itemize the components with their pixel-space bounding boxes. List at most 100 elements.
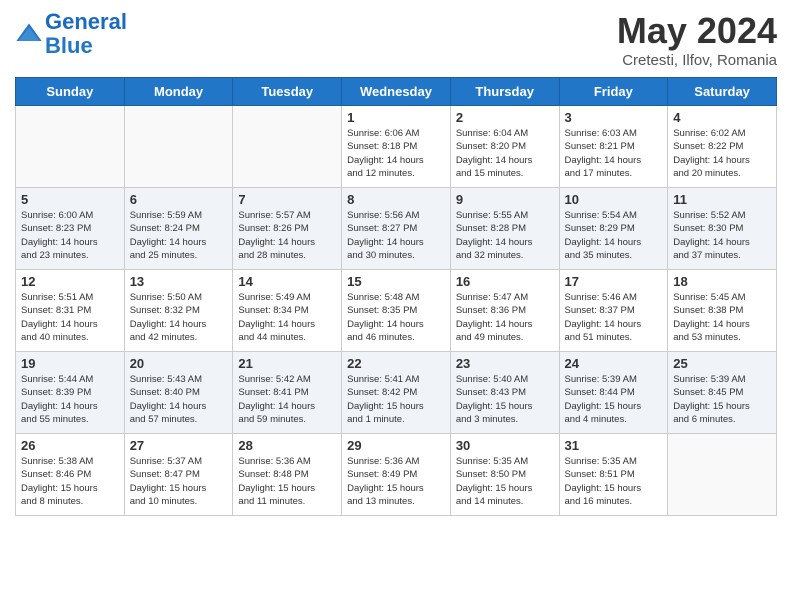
day-number: 22	[347, 356, 445, 371]
day-info: Sunrise: 5:39 AM Sunset: 8:44 PM Dayligh…	[565, 373, 663, 426]
calendar-cell: 18 Sunrise: 5:45 AM Sunset: 8:38 PM Dayli…	[668, 270, 777, 352]
logo: General Blue	[15, 10, 127, 58]
day-info: Sunrise: 5:47 AM Sunset: 8:36 PM Dayligh…	[456, 291, 554, 344]
calendar-cell: 6Sunrise: 5:59 AM Sunset: 8:24 PM Daylig…	[124, 188, 233, 270]
calendar-cell: 13 Sunrise: 5:50 AM Sunset: 8:32 PM Dayli…	[124, 270, 233, 352]
day-number: 12	[21, 274, 119, 289]
day-info: Sunrise: 5:50 AM Sunset: 8:32 PM Dayligh…	[130, 291, 228, 344]
day-number: 14	[238, 274, 336, 289]
calendar-cell: 22 Sunrise: 5:41 AM Sunset: 8:42 PM Dayli…	[342, 352, 451, 434]
day-info: Sunrise: 5:35 AM Sunset: 8:50 PM Dayligh…	[456, 455, 554, 508]
day-info: Sunrise: 5:36 AM Sunset: 8:48 PM Dayligh…	[238, 455, 336, 508]
calendar-week-1: 5 Sunrise: 6:00 AM Sunset: 8:23 PM Daylig…	[16, 188, 777, 270]
calendar-cell: 2Sunrise: 6:04 AM Sunset: 8:20 PM Daylig…	[450, 106, 559, 188]
header: General Blue May 2024 Cretesti, Ilfov, R…	[15, 10, 777, 69]
day-number: 18	[673, 274, 771, 289]
calendar-header-thursday: Thursday	[450, 78, 559, 106]
day-info: Sunrise: 5:36 AM Sunset: 8:49 PM Dayligh…	[347, 455, 445, 508]
day-number: 4	[673, 110, 771, 125]
calendar-cell	[233, 106, 342, 188]
calendar-cell: 11 Sunrise: 5:52 AM Sunset: 8:30 PM Dayli…	[668, 188, 777, 270]
day-info: Sunrise: 5:48 AM Sunset: 8:35 PM Dayligh…	[347, 291, 445, 344]
calendar-cell: 27 Sunrise: 5:37 AM Sunset: 8:47 PM Dayli…	[124, 434, 233, 516]
calendar-cell: 26Sunrise: 5:38 AM Sunset: 8:46 PM Dayli…	[16, 434, 125, 516]
day-info: Sunrise: 5:38 AM Sunset: 8:46 PM Dayligh…	[21, 455, 119, 508]
day-number: 7	[238, 192, 336, 207]
day-number: 17	[565, 274, 663, 289]
day-number: 1	[347, 110, 445, 125]
calendar-header-sunday: Sunday	[16, 78, 125, 106]
title-area: May 2024 Cretesti, Ilfov, Romania	[617, 10, 777, 69]
calendar-week-4: 26Sunrise: 5:38 AM Sunset: 8:46 PM Dayli…	[16, 434, 777, 516]
day-info: Sunrise: 5:54 AM Sunset: 8:29 PM Dayligh…	[565, 209, 663, 262]
calendar-cell: 5 Sunrise: 6:00 AM Sunset: 8:23 PM Daylig…	[16, 188, 125, 270]
calendar-cell: 9Sunrise: 5:55 AM Sunset: 8:28 PM Daylig…	[450, 188, 559, 270]
calendar-cell: 17 Sunrise: 5:46 AM Sunset: 8:37 PM Dayli…	[559, 270, 668, 352]
calendar-cell	[124, 106, 233, 188]
calendar-cell: 1Sunrise: 6:06 AM Sunset: 8:18 PM Daylig…	[342, 106, 451, 188]
calendar-cell: 30Sunrise: 5:35 AM Sunset: 8:50 PM Dayli…	[450, 434, 559, 516]
day-number: 21	[238, 356, 336, 371]
calendar-cell	[16, 106, 125, 188]
day-info: Sunrise: 5:52 AM Sunset: 8:30 PM Dayligh…	[673, 209, 771, 262]
day-number: 25	[673, 356, 771, 371]
day-info: Sunrise: 5:42 AM Sunset: 8:41 PM Dayligh…	[238, 373, 336, 426]
day-number: 8	[347, 192, 445, 207]
day-info: Sunrise: 5:56 AM Sunset: 8:27 PM Dayligh…	[347, 209, 445, 262]
day-number: 28	[238, 438, 336, 453]
day-number: 31	[565, 438, 663, 453]
day-number: 10	[565, 192, 663, 207]
calendar-cell: 25 Sunrise: 5:39 AM Sunset: 8:45 PM Dayli…	[668, 352, 777, 434]
calendar-cell: 4 Sunrise: 6:02 AM Sunset: 8:22 PM Daylig…	[668, 106, 777, 188]
calendar-cell: 3Sunrise: 6:03 AM Sunset: 8:21 PM Daylig…	[559, 106, 668, 188]
calendar-cell: 16 Sunrise: 5:47 AM Sunset: 8:36 PM Dayli…	[450, 270, 559, 352]
logo-text: General Blue	[45, 10, 127, 58]
day-number: 19	[21, 356, 119, 371]
calendar-header-tuesday: Tuesday	[233, 78, 342, 106]
day-info: Sunrise: 5:57 AM Sunset: 8:26 PM Dayligh…	[238, 209, 336, 262]
day-info: Sunrise: 6:00 AM Sunset: 8:23 PM Dayligh…	[21, 209, 119, 262]
calendar-header-monday: Monday	[124, 78, 233, 106]
day-number: 13	[130, 274, 228, 289]
calendar-table: SundayMondayTuesdayWednesdayThursdayFrid…	[15, 77, 777, 516]
day-number: 29	[347, 438, 445, 453]
calendar-cell: 8 Sunrise: 5:56 AM Sunset: 8:27 PM Daylig…	[342, 188, 451, 270]
page: General Blue May 2024 Cretesti, Ilfov, R…	[0, 0, 792, 612]
calendar-cell: 20 Sunrise: 5:43 AM Sunset: 8:40 PM Dayli…	[124, 352, 233, 434]
day-info: Sunrise: 5:43 AM Sunset: 8:40 PM Dayligh…	[130, 373, 228, 426]
subtitle: Cretesti, Ilfov, Romania	[617, 52, 777, 69]
day-info: Sunrise: 5:44 AM Sunset: 8:39 PM Dayligh…	[21, 373, 119, 426]
day-number: 11	[673, 192, 771, 207]
day-info: Sunrise: 5:55 AM Sunset: 8:28 PM Dayligh…	[456, 209, 554, 262]
day-info: Sunrise: 5:41 AM Sunset: 8:42 PM Dayligh…	[347, 373, 445, 426]
day-info: Sunrise: 5:37 AM Sunset: 8:47 PM Dayligh…	[130, 455, 228, 508]
day-number: 20	[130, 356, 228, 371]
calendar-cell: 19 Sunrise: 5:44 AM Sunset: 8:39 PM Dayli…	[16, 352, 125, 434]
day-info: Sunrise: 6:04 AM Sunset: 8:20 PM Dayligh…	[456, 127, 554, 180]
main-title: May 2024	[617, 10, 777, 52]
day-info: Sunrise: 5:46 AM Sunset: 8:37 PM Dayligh…	[565, 291, 663, 344]
calendar-cell: 15Sunrise: 5:48 AM Sunset: 8:35 PM Dayli…	[342, 270, 451, 352]
day-number: 23	[456, 356, 554, 371]
calendar-cell	[668, 434, 777, 516]
day-info: Sunrise: 6:02 AM Sunset: 8:22 PM Dayligh…	[673, 127, 771, 180]
day-info: Sunrise: 5:49 AM Sunset: 8:34 PM Dayligh…	[238, 291, 336, 344]
day-number: 16	[456, 274, 554, 289]
day-number: 27	[130, 438, 228, 453]
calendar-week-0: 1Sunrise: 6:06 AM Sunset: 8:18 PM Daylig…	[16, 106, 777, 188]
day-info: Sunrise: 5:39 AM Sunset: 8:45 PM Dayligh…	[673, 373, 771, 426]
day-number: 24	[565, 356, 663, 371]
day-info: Sunrise: 5:51 AM Sunset: 8:31 PM Dayligh…	[21, 291, 119, 344]
day-info: Sunrise: 5:59 AM Sunset: 8:24 PM Dayligh…	[130, 209, 228, 262]
day-number: 5	[21, 192, 119, 207]
logo-icon	[15, 20, 43, 48]
day-info: Sunrise: 5:35 AM Sunset: 8:51 PM Dayligh…	[565, 455, 663, 508]
calendar-cell: 10 Sunrise: 5:54 AM Sunset: 8:29 PM Dayli…	[559, 188, 668, 270]
calendar-header-wednesday: Wednesday	[342, 78, 451, 106]
calendar-cell: 24 Sunrise: 5:39 AM Sunset: 8:44 PM Dayli…	[559, 352, 668, 434]
day-info: Sunrise: 6:03 AM Sunset: 8:21 PM Dayligh…	[565, 127, 663, 180]
calendar-cell: 12 Sunrise: 5:51 AM Sunset: 8:31 PM Dayli…	[16, 270, 125, 352]
calendar-header-saturday: Saturday	[668, 78, 777, 106]
day-info: Sunrise: 5:45 AM Sunset: 8:38 PM Dayligh…	[673, 291, 771, 344]
calendar-cell: 14 Sunrise: 5:49 AM Sunset: 8:34 PM Dayli…	[233, 270, 342, 352]
